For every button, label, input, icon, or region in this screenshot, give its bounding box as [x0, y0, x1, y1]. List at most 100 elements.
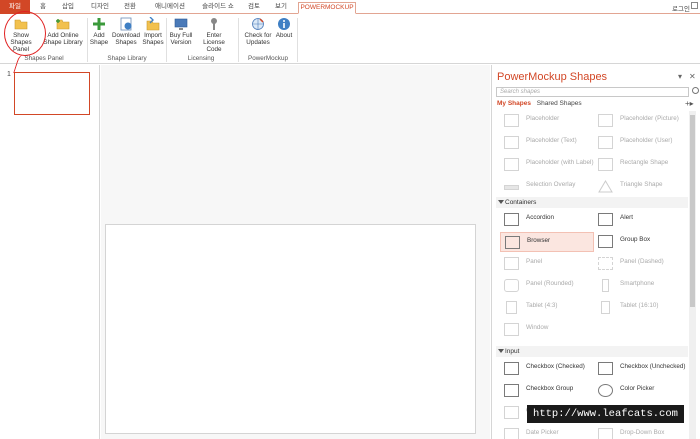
date-picker-icon	[504, 428, 519, 439]
enter-license-code-label: Enter License Code	[203, 32, 225, 53]
globe-icon	[252, 18, 264, 30]
check-for-updates-button[interactable]: Check for Updates	[242, 17, 274, 46]
shape-triangle[interactable]: Triangle Shape	[594, 177, 688, 197]
about-label: About	[275, 32, 293, 39]
panel-close-icon[interactable]: ✕	[689, 72, 696, 81]
shape-alert[interactable]: Alert	[594, 210, 688, 230]
add-online-library-button[interactable]: Add Online Shape Library	[42, 17, 84, 46]
shape-group-box[interactable]: Group Box	[594, 232, 688, 252]
tab-transitions[interactable]: 전환	[118, 2, 142, 14]
tab-view[interactable]: 보기	[268, 2, 294, 14]
add-shape-button[interactable]: Add Shape	[89, 17, 109, 46]
import-shapes-button[interactable]: Import Shapes	[142, 17, 164, 46]
tab-review[interactable]: 검토	[243, 2, 265, 14]
tab-home[interactable]: 홈	[36, 2, 50, 14]
panel-dashed-icon	[598, 257, 613, 270]
shape-window[interactable]: Window	[500, 320, 594, 340]
panel-scrollbar[interactable]	[689, 111, 696, 439]
tab-powermockup[interactable]: POWERMOCKUP	[298, 2, 356, 14]
accordion-icon	[504, 213, 519, 226]
tab-shared-shapes[interactable]: Shared Shapes	[537, 100, 582, 107]
import-shapes-label: Import Shapes	[142, 32, 164, 46]
folder-add-icon	[56, 19, 70, 30]
search-icon[interactable]	[692, 87, 699, 94]
slide-thumbnail[interactable]	[14, 72, 90, 115]
shape-drop-down-box[interactable]: Drop-Down Box	[594, 425, 688, 439]
color-picker-icon	[598, 384, 613, 397]
section-containers[interactable]: Containers	[496, 197, 688, 208]
panel-title: PowerMockup Shapes	[497, 71, 608, 83]
section-input[interactable]: Input	[496, 346, 688, 357]
buy-full-version-button[interactable]: Buy Full Version	[168, 17, 194, 46]
editing-canvas	[101, 65, 490, 439]
shape-list: Placeholder Placeholder (Picture) Placeh…	[496, 111, 688, 439]
shape-placeholder-text[interactable]: Placeholder (Text)	[500, 133, 594, 153]
shape-tablet-16-10[interactable]: Tablet (16:10)	[594, 298, 688, 318]
window-control-icon[interactable]	[691, 2, 698, 9]
tab-animations[interactable]: 애니메이션	[147, 2, 193, 14]
shape-smartphone[interactable]: Smartphone	[594, 276, 688, 296]
add-online-library-label: Add Online Shape Library	[43, 32, 83, 46]
shape-color-picker[interactable]: Color Picker	[594, 381, 688, 401]
placeholder-text-icon	[504, 136, 519, 149]
checkbox-checked-icon	[504, 362, 519, 375]
slide-canvas[interactable]	[105, 224, 476, 434]
overlay-icon	[504, 185, 519, 190]
download-shapes-label: Download Shapes	[111, 32, 140, 46]
enter-license-code-button[interactable]: Enter License Code	[195, 17, 233, 53]
tab-insert[interactable]: 삽입	[56, 2, 80, 14]
shape-placeholder[interactable]: Placeholder	[500, 111, 594, 131]
group-box-icon	[598, 235, 613, 248]
picture-icon	[598, 114, 613, 127]
tab-design[interactable]: 디자인	[85, 2, 115, 14]
shape-rectangle[interactable]: Rectangle Shape	[594, 155, 688, 175]
panel-icon	[504, 257, 519, 270]
annotation-circle	[4, 11, 46, 56]
search-input[interactable]: Search shapes	[496, 87, 689, 97]
login-link[interactable]: 로그인	[672, 3, 690, 13]
scrollbar-thumb[interactable]	[690, 115, 695, 307]
about-button[interactable]: About	[274, 17, 294, 39]
shape-selection-overlay[interactable]: Selection Overlay	[500, 177, 594, 197]
group-label-powermockup: PowerMockup	[248, 55, 288, 62]
ribbon-separator	[238, 18, 239, 62]
alert-icon	[598, 213, 613, 226]
shape-panel-rounded[interactable]: Panel (Rounded)	[500, 276, 594, 296]
shape-panel[interactable]: Panel	[500, 254, 594, 274]
combo-box-icon	[504, 406, 519, 419]
add-library-icon[interactable]: +▸	[685, 99, 694, 108]
shape-checkbox-group[interactable]: Checkbox Group	[500, 381, 594, 401]
monitor-icon	[174, 18, 188, 30]
tab-slideshow[interactable]: 슬라이드 쇼	[196, 2, 240, 14]
shape-date-picker[interactable]: Date Picker	[500, 425, 594, 439]
shape-checkbox-unchecked[interactable]: Checkbox (Unchecked)	[594, 359, 688, 379]
key-icon	[211, 18, 217, 30]
panel-rounded-icon	[504, 279, 519, 292]
placeholder-label-icon	[504, 158, 519, 171]
rectangle-icon	[598, 158, 613, 171]
ribbon: Show Shapes Panel Add Online Shape Libra…	[0, 14, 700, 64]
shape-panel-dashed[interactable]: Panel (Dashed)	[594, 254, 688, 274]
ribbon-separator	[297, 18, 298, 62]
drop-down-icon	[598, 428, 613, 439]
panel-dropdown-icon[interactable]: ▾	[678, 72, 682, 81]
tab-my-shapes[interactable]: My Shapes	[497, 100, 531, 107]
buy-full-version-label: Buy Full Version	[169, 32, 193, 46]
download-shapes-button[interactable]: Download Shapes	[111, 17, 141, 46]
browser-icon	[505, 236, 520, 249]
ribbon-separator	[87, 18, 88, 62]
info-icon	[278, 18, 290, 30]
shape-placeholder-user[interactable]: Placeholder (User)	[594, 133, 688, 153]
shape-browser[interactable]: Browser	[500, 232, 594, 252]
slide-thumbnail-pane: 1	[0, 65, 100, 439]
placeholder-icon	[504, 114, 519, 127]
watermark: http://www.leafcats.com	[527, 405, 684, 423]
powermockup-shapes-panel: PowerMockup Shapes ▾ ✕ Search shapes My …	[491, 65, 700, 439]
shape-placeholder-picture[interactable]: Placeholder (Picture)	[594, 111, 688, 131]
slide-number: 1	[7, 71, 11, 78]
shape-accordion[interactable]: Accordion	[500, 210, 594, 230]
group-label-licensing: Licensing	[187, 55, 215, 62]
shape-tablet-4-3[interactable]: Tablet (4:3)	[500, 298, 594, 318]
shape-checkbox-checked[interactable]: Checkbox (Checked)	[500, 359, 594, 379]
shape-placeholder-with-label[interactable]: Placeholder (with Label)	[500, 155, 594, 175]
